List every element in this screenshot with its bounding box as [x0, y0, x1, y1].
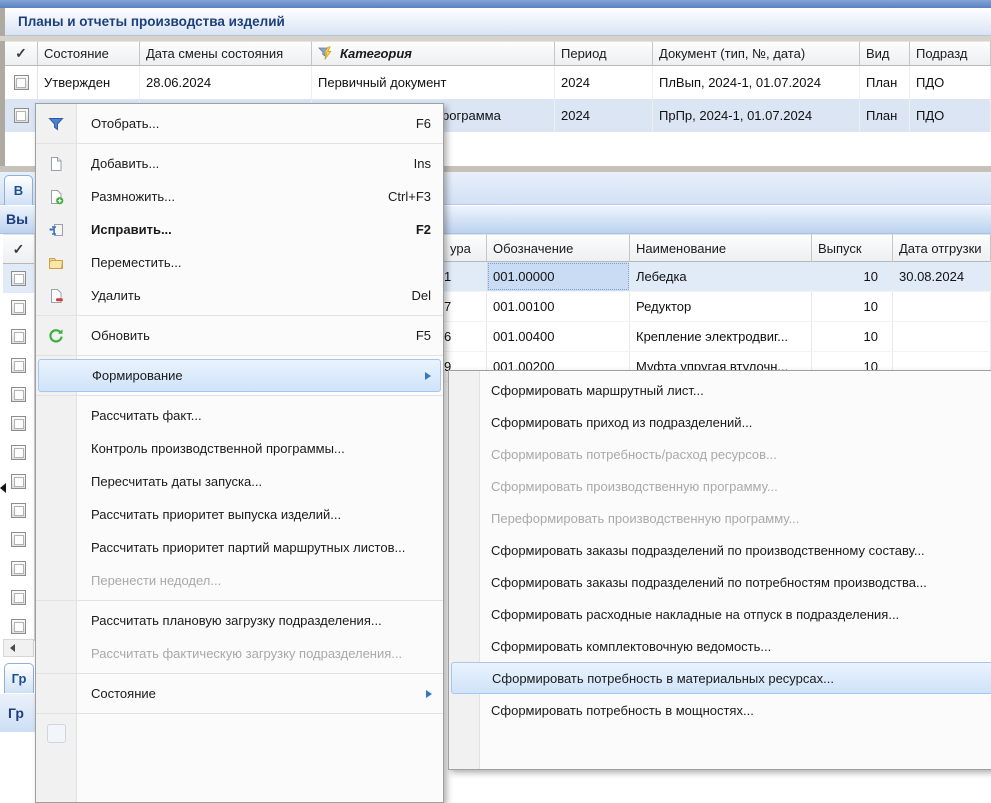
column-header-department[interactable]: Подразд	[910, 41, 991, 66]
menu-item-calc-planned-load[interactable]: Рассчитать плановую загрузку подразделен…	[38, 604, 441, 637]
row-checkbox[interactable]	[3, 612, 34, 641]
menu-item-partial[interactable]	[38, 717, 441, 750]
submenu-item-capacity-need[interactable]: Сформировать потребность в мощностях...	[451, 694, 991, 726]
column-header-state[interactable]: Состояние	[38, 41, 140, 66]
column-header-designation[interactable]: Обозначение	[487, 234, 630, 262]
column-header-nomenclature[interactable]: ура	[440, 234, 487, 262]
table-row[interactable]: Утвержден 28.06.2024 Первичный документ …	[5, 66, 991, 99]
menu-item-calc-actual-load: Рассчитать фактическую загрузку подразде…	[38, 637, 441, 670]
check-column-header[interactable]: ✓	[3, 234, 34, 264]
submenu-item-resource-need: Сформировать потребность/расход ресурсов…	[451, 438, 991, 470]
submenu-item-material-resource-need[interactable]: Сформировать потребность в материальных …	[451, 662, 991, 694]
menu-item-transfer-backlog: Перенести недодел...	[38, 564, 441, 597]
menu-item-edit[interactable]: Исправить... F2	[38, 213, 441, 246]
column-header-name[interactable]: Наименование	[630, 234, 812, 262]
column-header-kind[interactable]: Вид	[860, 41, 910, 66]
products-table: ура Обозначение Наименование Выпуск Дата…	[440, 234, 991, 382]
menu-separator	[36, 315, 443, 316]
bottom-panel-caption: Гр	[8, 705, 24, 721]
row-checkbox[interactable]	[5, 99, 38, 132]
panel-title-bar: Планы и отчеты производства изделий	[5, 8, 991, 36]
row-checkbox[interactable]	[3, 525, 34, 554]
move-folder-icon	[47, 254, 65, 272]
column-header-document[interactable]: Документ (тип, №, дата)	[653, 41, 860, 66]
horizontal-scrollbar[interactable]	[3, 639, 34, 657]
table-row-selected[interactable]: 1 001.00000 Лебедка 10 30.08.2024	[440, 262, 991, 292]
lower-panel-tab[interactable]: В	[4, 175, 33, 205]
splitter-collapse-icon[interactable]	[0, 483, 6, 493]
submenu-item-orders-by-production-needs[interactable]: Сформировать заказы подразделений по пот…	[451, 566, 991, 598]
submenu-item-reform-production-program: Переформировать производственную програм…	[451, 502, 991, 534]
submenu-item-picking-list[interactable]: Сформировать комплектовочную ведомость..…	[451, 630, 991, 662]
page-title: Планы и отчеты производства изделий	[18, 14, 285, 29]
row-checkbox[interactable]	[3, 322, 34, 351]
row-checkbox[interactable]	[3, 380, 34, 409]
submenu-item-receipt-from-departments[interactable]: Сформировать приход из подразделений...	[451, 406, 991, 438]
bottom-panel-tab[interactable]: Гр	[4, 663, 34, 693]
column-header-period[interactable]: Период	[555, 41, 653, 66]
scroll-left-button[interactable]	[4, 640, 21, 656]
menu-item-recalc-launch-dates[interactable]: Пересчитать даты запуска...	[38, 465, 441, 498]
products-table-header: ура Обозначение Наименование Выпуск Дата…	[440, 234, 991, 262]
duplicate-document-icon	[47, 188, 65, 206]
menu-item-delete[interactable]: Удалить Del	[38, 279, 441, 312]
row-checkbox[interactable]	[3, 264, 34, 293]
row-checkbox[interactable]	[3, 409, 34, 438]
menu-item-refresh[interactable]: Обновить F5	[38, 319, 441, 352]
submenu-item-route-sheet[interactable]: Сформировать маршрутный лист...	[451, 374, 991, 406]
row-checkbox[interactable]	[3, 293, 34, 322]
selected-cell: 001.00000	[487, 262, 630, 291]
menu-separator	[36, 143, 443, 144]
menu-item-add[interactable]: Добавить... Ins	[38, 147, 441, 180]
document-icon	[47, 724, 66, 743]
row-checkbox[interactable]	[3, 438, 34, 467]
refresh-icon	[47, 327, 65, 345]
menu-item-calc-fact[interactable]: Рассчитать факт...	[38, 399, 441, 432]
menu-separator	[36, 600, 443, 601]
menu-item-move[interactable]: Переместить...	[38, 246, 441, 279]
column-header-ship-date[interactable]: Дата отгрузки	[893, 234, 991, 262]
left-arrow-icon	[10, 644, 15, 652]
sort-lightning-icon	[318, 46, 333, 61]
row-checkbox[interactable]	[5, 66, 38, 99]
edit-icon	[47, 221, 65, 239]
menu-item-duplicate[interactable]: Размножить... Ctrl+F3	[38, 180, 441, 213]
context-menu: Отобрать... F6 Добавить... Ins Размножит…	[35, 103, 444, 803]
menu-item-calc-priority-products[interactable]: Рассчитать приоритет выпуска изделий...	[38, 498, 441, 531]
table-row[interactable]: 6 001.00400 Крепление электродвиг... 10	[440, 322, 991, 352]
submenu-arrow-icon	[426, 690, 432, 698]
row-checkbox[interactable]	[3, 351, 34, 380]
lower-panel-caption: Вы	[6, 211, 28, 227]
submenu-item-production-program: Сформировать производственную программу.…	[451, 470, 991, 502]
menu-separator	[36, 395, 443, 396]
formirovanie-submenu: Сформировать маршрутный лист... Сформиро…	[448, 370, 991, 770]
menu-separator	[36, 713, 443, 714]
menu-item-formirovanie[interactable]: Формирование	[38, 359, 441, 392]
menu-separator	[36, 673, 443, 674]
row-selector-column: ✓	[3, 234, 35, 641]
submenu-item-expense-invoices[interactable]: Сформировать расходные накладные на отпу…	[451, 598, 991, 630]
row-checkbox[interactable]	[3, 554, 34, 583]
column-header-category[interactable]: Категория	[312, 41, 555, 66]
menu-item-calc-priority-batches[interactable]: Рассчитать приоритет партий маршрутных л…	[38, 531, 441, 564]
row-checkbox[interactable]	[3, 496, 34, 525]
table-row[interactable]: 7 001.00100 Редуктор 10	[440, 292, 991, 322]
submenu-arrow-icon	[425, 372, 431, 380]
plans-table-header: ✓ Состояние Дата смены состояния Категор…	[5, 41, 991, 66]
menu-item-state[interactable]: Состояние	[38, 677, 441, 710]
menu-item-control-program[interactable]: Контроль производственной программы...	[38, 432, 441, 465]
add-document-icon	[47, 155, 65, 173]
row-checkbox[interactable]	[3, 583, 34, 612]
delete-document-icon	[47, 287, 65, 305]
check-column-header[interactable]: ✓	[5, 41, 38, 66]
row-checkbox[interactable]	[3, 467, 34, 496]
menu-item-filter[interactable]: Отобрать... F6	[38, 107, 441, 140]
top-window-strip	[0, 0, 991, 8]
column-header-output[interactable]: Выпуск	[812, 234, 893, 262]
submenu-item-orders-by-production-structure[interactable]: Сформировать заказы подразделений по про…	[451, 534, 991, 566]
filter-icon	[47, 115, 65, 133]
menu-separator	[36, 355, 443, 356]
column-header-state-date[interactable]: Дата смены состояния	[140, 41, 312, 66]
